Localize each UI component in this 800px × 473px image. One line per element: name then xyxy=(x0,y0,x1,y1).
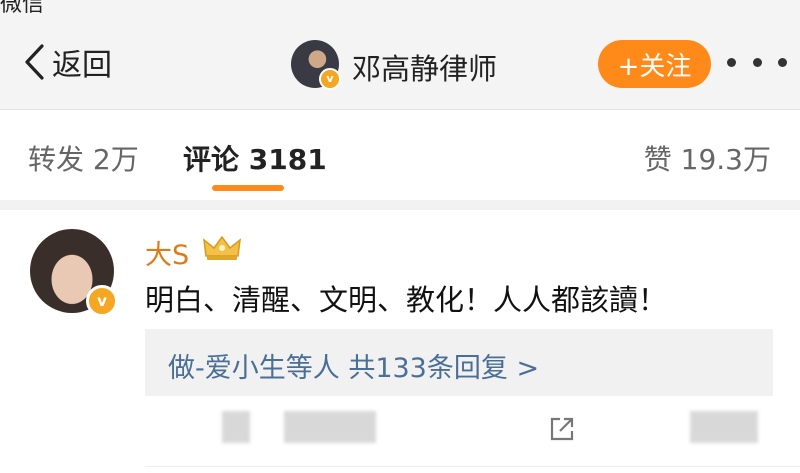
tab-likes[interactable]: 赞 19.3万 xyxy=(644,138,771,178)
crown-badge-icon xyxy=(203,235,241,260)
replies-box[interactable]: 做-爱小生等人 共133条回复 > xyxy=(145,329,773,396)
section-divider xyxy=(0,200,800,210)
comment-username[interactable]: 大S xyxy=(145,233,189,272)
status-carrier: 微信 xyxy=(0,0,45,14)
share-icon[interactable] xyxy=(547,414,577,444)
tab-repost[interactable]: 转发 2万 xyxy=(28,138,139,178)
verified-icon: v xyxy=(319,68,341,90)
back-label: 返回 xyxy=(52,48,112,83)
page-title: 邓高静律师 xyxy=(352,52,498,86)
follow-button[interactable]: +关注 xyxy=(598,40,711,88)
back-button[interactable]: 返回 xyxy=(22,42,112,83)
nav-bar: 返回 v 邓高静律师 +关注 xyxy=(0,14,800,110)
blurred-action xyxy=(690,411,758,443)
active-tab-indicator xyxy=(212,185,284,191)
chevron-left-icon xyxy=(25,44,44,80)
verified-icon: v xyxy=(86,285,118,317)
tab-bar: 转发 2万 评论 3181 赞 19.3万 xyxy=(0,110,800,200)
tab-comments[interactable]: 评论 3181 xyxy=(183,138,327,178)
nav-avatar[interactable]: v xyxy=(291,40,341,90)
replies-link[interactable]: 做-爱小生等人 共133条回复 > xyxy=(168,346,539,385)
blurred-action xyxy=(222,411,250,443)
avatar[interactable]: v xyxy=(30,229,118,317)
row-divider xyxy=(145,466,800,467)
blurred-action xyxy=(284,411,376,443)
comment-actions xyxy=(0,406,800,456)
more-icon[interactable] xyxy=(727,52,787,72)
status-bar: 微信 xyxy=(0,0,800,14)
comment-text: 明白、清醒、文明、教化！人人都該讀！ xyxy=(145,283,668,317)
